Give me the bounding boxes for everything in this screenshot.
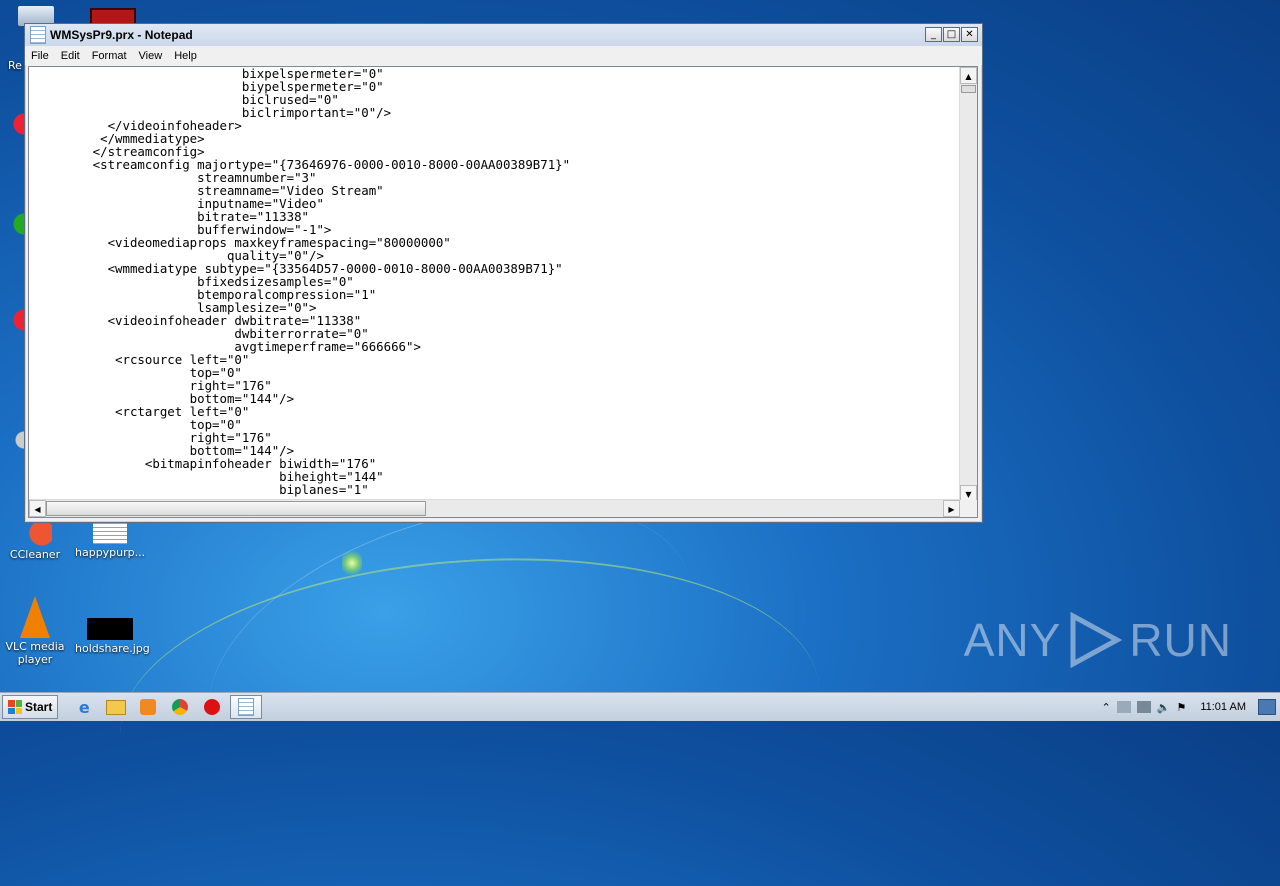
notepad-icon[interactable] — [30, 26, 46, 44]
menu-edit[interactable]: Edit — [55, 50, 86, 62]
ie-taskbar-icon[interactable]: e — [72, 696, 96, 718]
vertical-scrollbar[interactable]: ▲ ▼ — [959, 67, 977, 502]
partial-icon[interactable] — [0, 426, 24, 454]
text-editor[interactable]: bixpelspermeter="0" biypelspermeter="0" … — [28, 66, 978, 518]
network-icon[interactable] — [1136, 701, 1151, 713]
start-label: Start — [25, 700, 53, 714]
show-hidden-icons[interactable]: ⌃ — [1102, 701, 1111, 714]
media-player-taskbar-icon[interactable] — [136, 696, 160, 718]
ie-icon: e — [78, 697, 90, 717]
ccleaner-icon — [18, 520, 52, 546]
folder-icon — [106, 699, 127, 715]
media-player-icon — [140, 699, 157, 715]
show-desktop-button[interactable] — [1258, 699, 1276, 715]
desktop-icon-label: CCleaner — [9, 548, 61, 561]
opera-taskbar-icon[interactable] — [200, 696, 224, 718]
title-bar[interactable]: WMSysPr9.prx - Notepad _ □ ✕ — [25, 24, 982, 46]
maximize-button[interactable]: □ — [943, 27, 960, 42]
editor-line: biplanes="1" — [33, 482, 369, 497]
scroll-up-icon[interactable]: ▲ — [960, 67, 977, 84]
vertical-scroll-thumb[interactable] — [961, 85, 976, 93]
clock[interactable]: 11:01 AM — [1200, 701, 1246, 713]
horizontal-scrollbar[interactable]: ◀ ▶ — [29, 499, 960, 517]
watermark-left: ANY — [963, 614, 1062, 666]
watermark-right: RUN — [1129, 614, 1232, 666]
taskbar: Start e ⌃ 🔈 ⚑ 11:01 AM — [0, 692, 1280, 721]
desktop-icon-label: happypurp... — [75, 546, 146, 559]
vlc-cone-icon — [20, 596, 50, 638]
minimize-button[interactable]: _ — [925, 27, 942, 42]
anyrun-watermark: ANY RUN — [964, 612, 1232, 668]
partial-icon[interactable] — [0, 110, 24, 138]
windows-logo-icon — [8, 700, 22, 714]
partial-icon[interactable] — [0, 210, 24, 238]
explorer-taskbar-icon[interactable] — [104, 696, 128, 718]
volume-icon[interactable]: 🔈 — [1157, 701, 1171, 714]
notepad-taskbar-button[interactable] — [230, 695, 263, 719]
menu-file[interactable]: File — [25, 50, 55, 62]
close-button[interactable]: ✕ — [961, 27, 978, 42]
action-center-icon[interactable] — [1116, 701, 1131, 713]
chrome-taskbar-icon[interactable] — [168, 696, 192, 718]
window-title: WMSysPr9.prx - Notepad — [50, 28, 193, 42]
document-icon — [93, 520, 127, 544]
flag-icon[interactable]: ⚑ — [1176, 701, 1186, 714]
image-thumbnail-icon — [87, 618, 133, 640]
desktop-icon-label: VLC media player — [5, 640, 65, 666]
desktop-icon-ccleaner[interactable]: CCleaner — [0, 520, 70, 561]
menu-format[interactable]: Format — [86, 50, 133, 62]
editor-content[interactable]: bixpelspermeter="0" biypelspermeter="0" … — [33, 67, 963, 502]
play-icon — [1070, 612, 1123, 668]
desktop-icon-vlc[interactable]: VLC media player — [0, 596, 70, 666]
opera-icon — [204, 699, 221, 715]
chrome-icon — [172, 699, 189, 715]
menu-bar: File Edit Format View Help — [25, 46, 982, 65]
horizontal-scroll-thumb[interactable] — [46, 501, 426, 516]
menu-help[interactable]: Help — [168, 50, 203, 62]
desktop-icon-label: holdshare.jpg — [75, 642, 150, 655]
menu-view[interactable]: View — [133, 50, 169, 62]
scroll-right-icon[interactable]: ▶ — [943, 500, 960, 517]
scroll-left-icon[interactable]: ◀ — [29, 500, 46, 517]
notepad-taskbar-icon — [238, 698, 255, 716]
resize-grip[interactable] — [960, 500, 977, 517]
start-button[interactable]: Start — [2, 695, 59, 719]
partial-icon[interactable] — [0, 306, 24, 334]
notepad-window: WMSysPr9.prx - Notepad _ □ ✕ File Edit F… — [24, 23, 983, 523]
desktop-icon-holdshare[interactable]: holdshare.jpg — [75, 618, 150, 655]
recycle-bin-label: Re — [8, 59, 22, 72]
desktop-icon-happypurp[interactable]: happypurp... — [75, 520, 145, 559]
wallpaper-flare — [342, 548, 362, 578]
system-tray: ⌃ 🔈 ⚑ 11:01 AM — [1102, 693, 1280, 721]
